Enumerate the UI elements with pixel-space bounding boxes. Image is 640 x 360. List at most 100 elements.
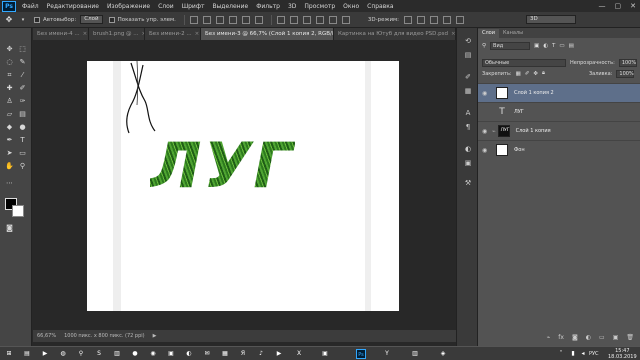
properties-panel-icon[interactable]: ▤ (463, 50, 473, 60)
app-icon[interactable]: ● (130, 349, 140, 359)
app-icon[interactable]: ♪ (256, 349, 266, 359)
brush-tool-icon[interactable]: ✐ (17, 83, 28, 93)
menu-file[interactable]: Файл (22, 3, 39, 10)
menu-window[interactable]: Окно (343, 3, 359, 10)
tab-channels[interactable]: Каналы (499, 29, 527, 38)
app-icon[interactable]: ▥ (410, 349, 420, 359)
autoselect-checkbox[interactable] (34, 16, 40, 23)
history-panel-icon[interactable]: ⟲ (463, 36, 473, 46)
tab-document[interactable]: Без имени-4 ... × (33, 28, 89, 40)
app-icon[interactable]: ◈ (438, 349, 448, 359)
quick-mask-icon[interactable]: ◙ (4, 223, 15, 233)
layer-row[interactable]: T ЛУГ (478, 102, 640, 121)
workspace-dropdown[interactable]: 3D (526, 15, 577, 24)
eye-icon[interactable]: ◉ (482, 90, 490, 97)
layer-name[interactable]: ЛУГ (514, 109, 524, 115)
healing-tool-icon[interactable]: ✚ (4, 83, 15, 93)
move-tool-icon[interactable]: ✥ (4, 15, 14, 25)
layer-filter-select[interactable]: Вид (490, 41, 531, 50)
styles-panel-icon[interactable]: ▣ (463, 158, 473, 168)
menu-type[interactable]: Шрифт (182, 3, 205, 10)
pen-tool-icon[interactable]: ✒ (4, 135, 15, 145)
volume-icon[interactable]: ◂ (578, 349, 588, 359)
menu-3d[interactable]: 3D (288, 3, 296, 10)
marquee-tool-icon[interactable]: ⬚ (17, 44, 28, 54)
filter-adjust-icon[interactable]: ◐ (543, 43, 548, 49)
new-layer-icon[interactable]: ▣ (613, 334, 619, 344)
type-tool-icon[interactable]: T (17, 135, 28, 145)
align-left-icon[interactable] (228, 15, 237, 24)
app-icon[interactable]: ▶ (274, 349, 284, 359)
document-canvas[interactable]: ЛУГ (87, 61, 399, 311)
menu-filter[interactable]: Фильтр (256, 3, 280, 10)
firefox-icon[interactable]: ◉ (148, 349, 158, 359)
distribute-middle-icon[interactable] (289, 15, 298, 24)
align-center-icon[interactable] (241, 15, 250, 24)
align-top-icon[interactable] (189, 15, 198, 24)
layer-name[interactable]: Фон (514, 147, 525, 153)
orbit-3d-icon[interactable] (404, 15, 413, 24)
more-tools-icon[interactable]: ⋯ (4, 178, 15, 188)
filter-type-icon[interactable]: T (552, 43, 555, 49)
adjustment-layer-icon[interactable]: ◐ (586, 334, 591, 344)
tab-document-active[interactable]: Без имени-3 @ 66,7% (Слой 1 копия 2, RGB… (201, 28, 334, 40)
eyedropper-tool-icon[interactable]: ⁄ (17, 70, 28, 80)
shape-tool-icon[interactable]: ▭ (17, 148, 28, 158)
filter-shape-icon[interactable]: ▭ (559, 43, 564, 49)
yandex-icon[interactable]: Я (238, 349, 248, 359)
layer-mask-icon[interactable]: ◙ (572, 334, 578, 344)
autoselect-dropdown[interactable]: Слой (80, 15, 103, 24)
filter-pixel-icon[interactable]: ▣ (534, 43, 539, 49)
search-taskbar-icon[interactable]: ⚲ (76, 349, 86, 359)
photoshop-taskbar-icon[interactable]: Ps (356, 349, 366, 359)
lock-transparent-icon[interactable]: ▦ (516, 71, 521, 77)
menu-view[interactable]: Просмотр (304, 3, 335, 10)
hand-tool-icon[interactable]: ✋ (4, 161, 15, 171)
layer-name[interactable]: Слой 1 копия (516, 128, 551, 134)
close-button[interactable]: ✕ (630, 2, 636, 10)
tab-document[interactable]: brush1.png @ ...× (89, 28, 145, 40)
distribute-top-icon[interactable] (276, 15, 285, 24)
app-icon[interactable]: ◐ (184, 349, 194, 359)
link-layers-icon[interactable]: ⌁ (547, 334, 551, 344)
tab-close-icon[interactable]: × (451, 28, 455, 40)
paragraph-panel-icon[interactable]: ¶ (463, 122, 473, 132)
app-icon[interactable]: ▣ (320, 349, 330, 359)
explorer-icon[interactable]: ▥ (112, 349, 122, 359)
app-icon[interactable]: ▦ (220, 349, 230, 359)
slide-3d-icon[interactable] (443, 15, 452, 24)
brush-panel-icon[interactable]: ✐ (463, 72, 473, 82)
layer-row[interactable]: ◉ Фон (478, 140, 640, 159)
lock-all-icon[interactable]: 🔒︎ (542, 70, 545, 77)
menu-image[interactable]: Изображение (107, 3, 150, 10)
align-middle-icon[interactable] (202, 15, 211, 24)
filter-smart-icon[interactable]: ▤ (569, 43, 574, 49)
adjustments-panel-icon[interactable]: ◐ (463, 144, 473, 154)
eraser-tool-icon[interactable]: ▱ (4, 109, 15, 119)
align-right-icon[interactable] (254, 15, 263, 24)
language-indicator[interactable]: РУС (589, 351, 599, 357)
clock[interactable]: 15:47 18.03.2019 (608, 348, 637, 360)
media-player-icon[interactable]: ▶ (40, 349, 50, 359)
blend-mode-select[interactable]: Обычные (482, 58, 566, 67)
chevron-down-icon[interactable]: ▾ (18, 15, 28, 25)
app-icon[interactable]: ✉ (202, 349, 212, 359)
delete-layer-icon[interactable]: 🗑︎ (626, 334, 634, 344)
background-color-swatch[interactable] (12, 205, 24, 217)
tab-close-icon[interactable]: × (195, 28, 200, 40)
character-panel-icon[interactable]: A (463, 108, 473, 118)
distribute-left-icon[interactable] (315, 15, 324, 24)
layer-row[interactable]: ◉ ⌁ ЛУГ Слой 1 копия (478, 121, 640, 140)
maximize-button[interactable]: ▢ (615, 2, 622, 10)
lasso-tool-icon[interactable]: ◌ (4, 57, 15, 67)
app-icon[interactable]: ▣ (166, 349, 176, 359)
network-icon[interactable]: ▮ (568, 349, 578, 359)
excel-icon[interactable]: X (294, 349, 304, 359)
gradient-tool-icon[interactable]: ▤ (17, 109, 28, 119)
layer-row[interactable]: ◉ Слой 1 копия 2 (478, 83, 640, 102)
blur-tool-icon[interactable]: ◆ (4, 122, 15, 132)
distribute-bottom-icon[interactable] (302, 15, 311, 24)
eye-icon[interactable]: ◉ (482, 128, 490, 135)
eye-icon[interactable]: ◉ (482, 147, 490, 154)
file-explorer-icon[interactable]: ▤ (22, 349, 32, 359)
